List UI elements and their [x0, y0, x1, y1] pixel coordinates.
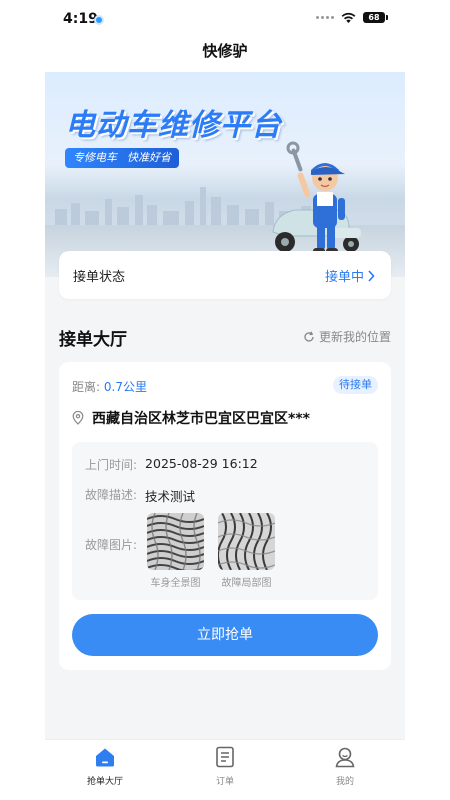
left-margin — [0, 0, 45, 800]
wifi-icon — [341, 12, 356, 23]
tab-order-hall[interactable]: 抢单大厅 — [45, 740, 165, 800]
right-margin — [405, 0, 450, 800]
fault-picture-item[interactable]: 车身全景图 — [147, 513, 204, 589]
order-address: 西藏自治区林芝市巴宜区巴宜区*** — [72, 408, 310, 428]
order-hall-title: 接单大厅 — [59, 330, 127, 350]
fault-picture-caption-1: 车身全景图 — [150, 578, 201, 589]
refresh-icon — [304, 331, 314, 342]
order-status-card[interactable]: 接单状态 接单中 — [59, 251, 391, 299]
battery-icon: 68 — [363, 12, 388, 23]
status-time: 4:19 — [63, 11, 98, 27]
distance-value: 0.7公里 — [103, 380, 147, 394]
order-status-value: 接单中 — [324, 270, 364, 285]
home-icon — [96, 748, 114, 767]
order-card[interactable]: 距离: 0.7公里 待接单 西藏自治区林芝市巴宜区巴宜区*** 上门时间: 20… — [59, 362, 391, 670]
distance-label: 距离: — [72, 380, 101, 394]
visit-time-value: 2025-08-29 16:12 — [145, 456, 258, 471]
profile-icon — [335, 747, 355, 768]
visit-time-label: 上门时间: — [85, 458, 138, 472]
visit-time-row: 上门时间: 2025-08-29 16:12 — [85, 456, 258, 473]
signal-icon — [316, 16, 334, 19]
banner-tag-2: 快准好省 — [127, 151, 171, 164]
fault-pics-row: 故障图片: — [85, 536, 137, 553]
nav-bar: 快修驴 — [45, 40, 405, 72]
fault-thumbnail-1[interactable] — [147, 513, 204, 570]
fault-thumbnail-2[interactable] — [218, 513, 275, 570]
fault-desc-value: 技术测试 — [145, 489, 196, 504]
phone-screen: 4:19 68 快修驴 电动车维修平台 专修电车 快准好省 接单状态 接单中 接… — [45, 0, 405, 800]
order-status-label: 接单状态 — [73, 270, 126, 285]
tab-profile[interactable]: 我的 — [285, 740, 405, 800]
banner-headline: 电动车维修平台 — [65, 108, 282, 143]
fault-picture-caption-2: 故障局部图 — [221, 578, 272, 589]
tab-order-hall-label: 抢单大厅 — [86, 777, 123, 787]
order-list-icon — [216, 746, 234, 768]
fault-desc-label: 故障描述: — [85, 488, 138, 502]
promo-banner[interactable]: 电动车维修平台 专修电车 快准好省 — [45, 72, 405, 277]
bottom-tab-bar: 抢单大厅 订单 我的 — [45, 739, 405, 800]
fault-picture-item[interactable]: 故障局部图 — [218, 513, 275, 589]
location-pin-icon — [72, 411, 84, 425]
fault-pics-label: 故障图片: — [85, 538, 138, 552]
address-text: 西藏自治区林芝市巴宜区巴宜区*** — [92, 411, 310, 427]
banner-tag-1: 专修电车 — [73, 151, 117, 164]
distance: 距离: 0.7公里 — [72, 378, 147, 395]
location-indicator-icon — [94, 15, 104, 25]
order-status-toggle[interactable]: 接单中 — [325, 266, 375, 285]
refresh-location-label: 更新我的位置 — [318, 330, 391, 344]
refresh-location-button[interactable]: 更新我的位置 — [303, 328, 391, 345]
tab-orders-label: 订单 — [215, 777, 234, 787]
status-badge: 待接单 — [333, 376, 378, 394]
fault-desc-row: 故障描述: 技术测试 — [85, 486, 195, 505]
tab-orders[interactable]: 订单 — [165, 740, 285, 800]
tab-profile-label: 我的 — [335, 777, 354, 787]
grab-order-button[interactable]: 立即抢单 — [72, 614, 378, 656]
page-title: 快修驴 — [202, 42, 248, 60]
banner-tagline: 专修电车 快准好省 — [65, 148, 179, 168]
chevron-right-icon — [368, 269, 375, 282]
fault-pictures: 车身全景图 故障局部图 — [147, 513, 275, 589]
status-bar: 4:19 68 — [45, 0, 405, 40]
mechanic-scooter-illustration — [272, 141, 361, 254]
order-detail-panel: 上门时间: 2025-08-29 16:12 故障描述: 技术测试 故障图片: — [72, 442, 378, 600]
